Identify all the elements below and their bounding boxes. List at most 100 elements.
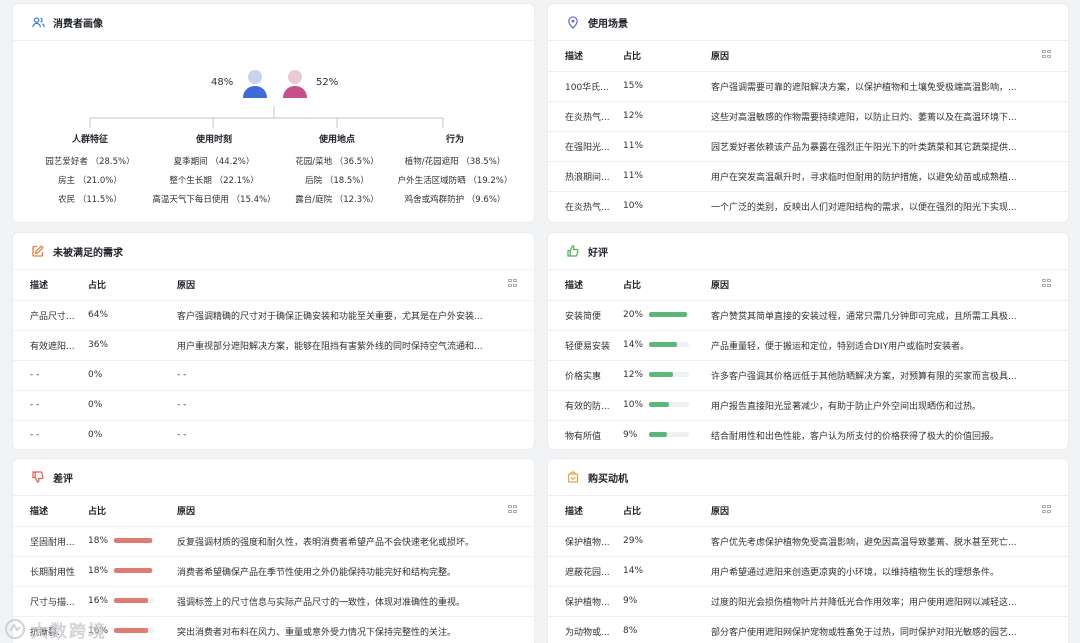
persona-item: 植物/花园遮阳 （38.5%） <box>404 157 506 167</box>
percentage-bar-fill <box>649 432 667 438</box>
persona-item: 户外生活区域防晒 （19.2%） <box>397 176 513 186</box>
persona-item: 农民 （11.5%） <box>58 195 122 205</box>
column-desc: 描述 <box>30 281 49 292</box>
row-desc: 热浪期间... <box>548 160 623 191</box>
column-desc: 描述 <box>565 52 584 63</box>
row-reason: 产品重量轻，便于搬运和定位，特别适合DIY用户或临时安装者。 <box>711 329 1042 360</box>
row-pct-cell: 18% <box>88 525 177 556</box>
row-pct: 18% <box>88 536 109 546</box>
row-reason: 客户优先考虑保护植物免受高温影响，避免因高温导致萎蔫、脱水甚至死亡... <box>711 525 1042 556</box>
column-pct: 占比 <box>88 281 107 292</box>
row-pct: 29% <box>623 525 711 556</box>
persona-item: 后院 （18.5%） <box>305 176 369 186</box>
row-desc: 价格实惠 <box>548 359 623 390</box>
column-settings[interactable] <box>1042 41 1068 71</box>
row-pct: 10% <box>623 190 711 221</box>
column-header: 使用地点 <box>318 135 355 145</box>
persona-item: 鸡舍或鸡群防护 （9.6%） <box>404 195 506 205</box>
row-reason: 这些对高温敏感的作物需要持续遮阳，以防止日灼、萎蔫以及在高温环境下... <box>711 100 1042 131</box>
table-row: 长期耐用性 18% 消费者希望确保产品在季节性使用之外仍能保持功能完好和结构完整。 <box>13 555 534 586</box>
persona-item: 露台/庭院 （12.3%） <box>295 195 379 205</box>
row-pct: 9% <box>623 585 711 616</box>
row-reason: 客户强调需要可靠的遮阳解决方案，以保护植物和土壤免受极端高温影响，... <box>711 70 1042 101</box>
percentage-bar <box>649 372 689 377</box>
positive-reviews-card: 好评 描述 占比 原因 安装简便 20% 客户赞赏其简单直接的安装过程，通常只需几分… <box>547 232 1069 450</box>
row-pct: 11% <box>623 160 711 191</box>
grid-settings-icon[interactable] <box>508 278 517 288</box>
grid-settings-icon[interactable] <box>508 504 517 514</box>
grid-settings-icon[interactable] <box>1042 278 1051 288</box>
persona-item: 夏季期间 （44.2%） <box>173 157 255 167</box>
column-settings[interactable] <box>508 496 534 526</box>
row-reason: 消费者希望确保产品在季节性使用之外仍能保持功能完好和结构完整。 <box>177 555 508 586</box>
row-pct: 18% <box>88 566 109 576</box>
column-pct: 占比 <box>623 281 642 292</box>
row-pct: 36% <box>88 329 177 360</box>
column-pct: 占比 <box>623 507 642 518</box>
female-percentage: 48% <box>211 77 234 88</box>
row-pct: 15% <box>623 70 711 101</box>
watermark: 大数跨境 <box>4 615 154 643</box>
percentage-bar-fill <box>649 312 687 317</box>
row-desc: 物有所值 <box>548 419 623 449</box>
positive-reviews-table: 描述 占比 原因 安装简便 20% 客户赞赏其简单直接的安装过程，通常只需几分钟即可… <box>548 270 1068 449</box>
thumbs-up-icon <box>566 244 580 258</box>
table-row: 尺寸与描... 16% 强调标签上的尺寸信息与实际产品尺寸的一致性，体现对准确性的重… <box>13 585 534 616</box>
column-settings[interactable] <box>1042 270 1068 300</box>
card-title: 购买动机 <box>588 473 628 485</box>
grid-settings-icon[interactable] <box>1042 49 1051 59</box>
column-reason: 原因 <box>177 507 196 518</box>
row-reason: - - <box>177 389 508 420</box>
row-reason: - - <box>177 359 508 390</box>
row-reason: 许多客户强调其价格远低于其他防晒解决方案，对预算有限的买家而言极具... <box>711 359 1042 390</box>
table-row: 100华氏... 15% 客户强调需要可靠的遮阳解决方案，以保护植物和土壤免受极端高… <box>548 70 1068 101</box>
shopping-bag-icon <box>566 470 580 484</box>
scenes-table: 描述 占比 原因 100华氏... 15% 客户强调需要可靠的遮阳解决方案，以保护植… <box>548 41 1068 221</box>
row-reason: 突出消费者对布料在风力、重量或意外受力情况下保持完整性的关注。 <box>177 615 508 643</box>
persona-item: 花园/菜地 （36.5%） <box>295 157 379 167</box>
row-desc: 有效遮阳... <box>13 329 88 360</box>
row-pct: 0% <box>88 389 177 420</box>
table-row: 在炎热气... 12% 这些对高温敏感的作物需要持续遮阳，以防止日灼、萎蔫以及在高温… <box>548 100 1068 131</box>
location-pin-icon <box>566 15 580 29</box>
persona-item: 整个生长期 （22.1%） <box>169 176 259 186</box>
column-settings[interactable] <box>1042 496 1068 526</box>
watermark-text: 大数跨境 <box>31 621 107 642</box>
persona-column-behavior: 行为 植物/花园遮阳 （38.5%） 户外生活区域防晒 （19.2%） 鸡舍或鸡… <box>390 132 520 210</box>
persona-column-place: 使用地点 花园/菜地 （36.5%） 后院 （18.5%） 露台/庭院 （12.… <box>277 132 397 210</box>
row-pct-cell: 20% <box>623 299 711 330</box>
persona-column-crowd: 人群特征 园艺爱好者 （28.5%） 房主 （21.0%） 农民 （11.5%） <box>30 132 150 210</box>
persona-item: 高温天气下每日使用 （15.4%） <box>152 195 276 205</box>
row-reason: 客户强调精确的尺寸对于确保正确安装和功能至关重要，尤其是在户外安装... <box>177 299 508 330</box>
column-desc: 描述 <box>565 281 584 292</box>
male-percentage: 52% <box>316 77 339 88</box>
card-header: 购买动机 <box>548 459 1068 496</box>
male-avatar-icon <box>281 68 309 101</box>
row-desc: - - <box>13 359 88 390</box>
row-reason: 反复强调材质的强度和耐久性，表明消费者希望产品不会快速老化或损坏。 <box>177 525 508 556</box>
card-header: 使用场景 <box>548 4 1068 41</box>
percentage-bar <box>114 538 154 543</box>
row-pct: 9% <box>623 430 638 441</box>
column-settings[interactable] <box>508 270 534 300</box>
table-row: - -0% - - <box>13 359 534 390</box>
table-row: 遮蔽花园... 14% 用户希望通过遮阳来创造更凉爽的小环境，以维持植物生长的理想条… <box>548 555 1068 586</box>
card-header: 好评 <box>548 233 1068 270</box>
row-desc: 尺寸与描... <box>13 585 88 616</box>
percentage-bar <box>649 312 689 317</box>
row-desc: 安装简便 <box>548 299 623 330</box>
table-row: 轻便易安装 14% 产品重量轻，便于搬运和定位，特别适合DIY用户或临时安装者。 <box>548 329 1068 360</box>
row-desc: 有效的防... <box>548 389 623 420</box>
row-reason: 园艺爱好者依赖该产品为暴露在强烈正午阳光下的叶类蔬菜和其它蔬菜提供... <box>711 130 1042 161</box>
row-pct: 14% <box>623 555 711 586</box>
row-pct: 0% <box>88 419 177 449</box>
column-pct: 占比 <box>623 52 642 63</box>
grid-settings-icon[interactable] <box>1042 504 1051 514</box>
card-header: 消费者画像 <box>13 4 534 41</box>
row-pct-cell: 18% <box>88 555 177 586</box>
percentage-bar-fill <box>649 342 677 347</box>
table-row: 物有所值 9% 结合耐用性和出色性能，客户认为所支付的价格获得了极大的价值回报。 <box>548 419 1068 449</box>
table-row: 坚固耐用... 18% 反复强调材质的强度和耐久性，表明消费者希望产品不会快速老化或… <box>13 525 534 556</box>
card-title: 消费者画像 <box>53 18 103 30</box>
row-reason: 过度的阳光会损伤植物叶片并降低光合作用效率；用户使用遮阳网以减轻这... <box>711 585 1042 616</box>
